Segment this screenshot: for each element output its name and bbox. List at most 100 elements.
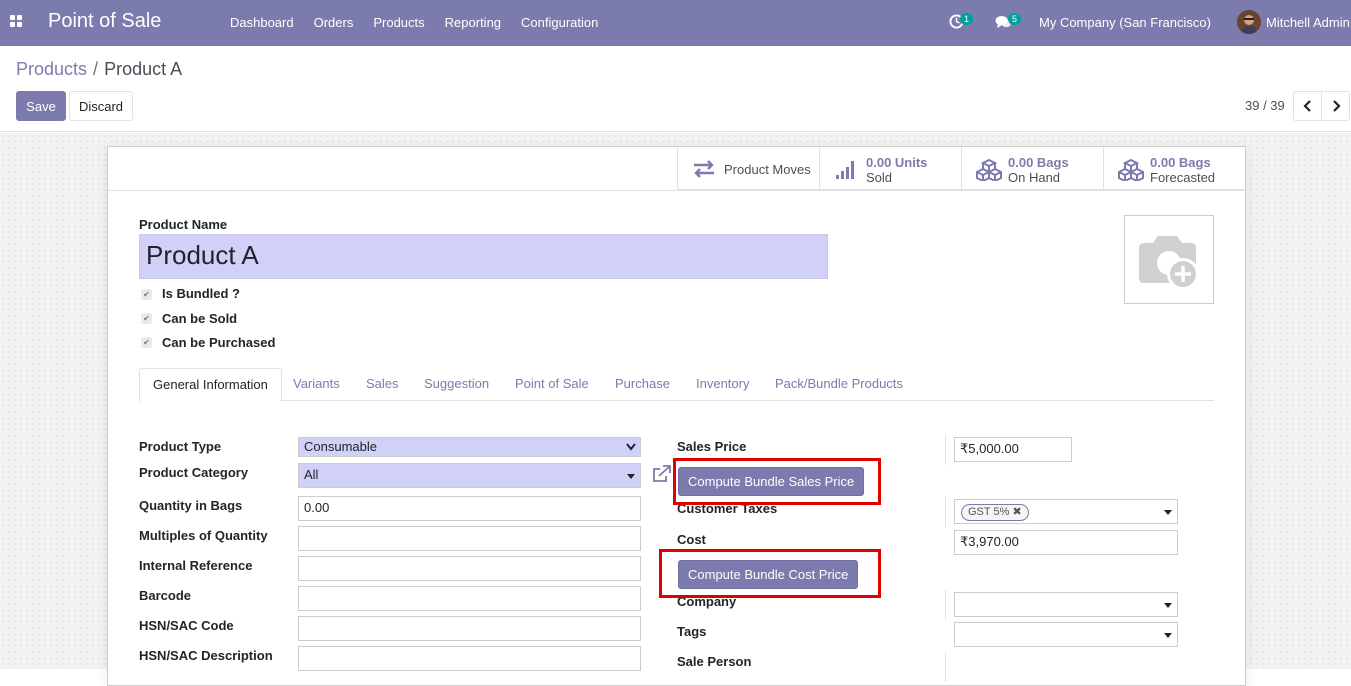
multiples-quantity-label: Multiples of Quantity: [139, 528, 268, 543]
cost-label: Cost: [677, 532, 706, 547]
user-avatar[interactable]: [1237, 10, 1261, 34]
product-type-label: Product Type: [139, 439, 222, 454]
pager-previous-button[interactable]: [1293, 91, 1322, 121]
pager-value: 39 / 39: [1245, 98, 1285, 113]
menu-reporting[interactable]: Reporting: [435, 0, 511, 46]
signal-bars-icon: [836, 161, 854, 179]
tags-field[interactable]: [954, 622, 1178, 647]
chevron-right-icon: [1332, 100, 1341, 112]
customer-taxes-field[interactable]: GST 5% ✖: [954, 499, 1178, 524]
tab-general-information[interactable]: General Information: [139, 368, 282, 402]
multiples-quantity-input[interactable]: [298, 526, 641, 551]
activity-count-badge: 1: [960, 13, 974, 25]
highlight-box: [659, 549, 881, 598]
field-divider: [945, 590, 946, 620]
control-panel: Products / Product A Save Discard 39 / 39: [0, 46, 1351, 132]
tab-sales[interactable]: Sales: [353, 368, 412, 401]
dropdown-caret-icon: [1164, 633, 1172, 638]
chevron-left-icon: [1302, 100, 1311, 112]
discard-button[interactable]: Discard: [69, 91, 133, 121]
apps-grid-icon[interactable]: [10, 15, 24, 29]
cubes-icon: [1118, 159, 1144, 181]
hsn-description-label: HSN/SAC Description: [139, 648, 273, 663]
save-button[interactable]: Save: [16, 91, 66, 121]
tab-variants[interactable]: Variants: [280, 368, 353, 401]
product-type-value: Consumable: [304, 439, 377, 454]
can-be-sold-label: Can be Sold: [162, 311, 238, 326]
hsn-description-input[interactable]: [298, 646, 641, 671]
field-divider: [945, 652, 946, 682]
barcode-label: Barcode: [139, 588, 192, 603]
user-menu[interactable]: Mitchell Admin: [1266, 15, 1350, 30]
product-category-value: All: [304, 467, 319, 482]
on-hand-value: 0.00 Bags: [1008, 155, 1069, 170]
tab-pack-bundle-products[interactable]: Pack/Bundle Products: [762, 368, 916, 401]
on-hand-button[interactable]: 0.00 Bags On Hand: [961, 147, 1103, 190]
company-field[interactable]: [954, 592, 1178, 617]
forecasted-label: Forecasted: [1150, 170, 1216, 185]
forecasted-button[interactable]: 0.00 Bags Forecasted: [1103, 147, 1245, 190]
chevron-down-icon: [626, 443, 636, 451]
smart-button-box: Product Moves 0.00 Units Sold 0.00 Bags …: [677, 147, 1245, 190]
menu-dashboard[interactable]: Dashboard: [220, 0, 304, 46]
remove-tag-icon[interactable]: ✖: [1012, 506, 1021, 518]
product-moves-button[interactable]: Product Moves: [677, 147, 819, 190]
quantity-bags-input[interactable]: 0.00: [298, 496, 641, 521]
highlight-box: [673, 458, 881, 505]
can-be-sold-checkbox[interactable]: ✔: [141, 313, 152, 324]
breadcrumb-products-link[interactable]: Products: [16, 59, 87, 79]
units-sold-label: Sold: [866, 170, 893, 185]
is-bundled-checkbox[interactable]: ✔: [141, 289, 152, 300]
button-box-divider: [108, 190, 1247, 191]
pager-next-button[interactable]: [1321, 91, 1350, 121]
can-be-purchased-checkbox[interactable]: ✔: [141, 337, 152, 348]
top-navbar: Point of Sale Dashboard Orders Products …: [0, 0, 1351, 46]
product-name-input[interactable]: Product A: [139, 234, 828, 279]
tab-inventory[interactable]: Inventory: [683, 368, 762, 401]
transfer-arrows-icon: [694, 160, 714, 178]
barcode-input[interactable]: [298, 586, 641, 611]
cost-input[interactable]: ₹3,970.00: [954, 530, 1178, 555]
external-link-icon[interactable]: [652, 465, 672, 483]
product-type-select[interactable]: Consumable: [298, 437, 641, 457]
field-divider: [945, 497, 946, 527]
breadcrumb-separator: /: [93, 59, 99, 79]
product-category-label: Product Category: [139, 465, 249, 480]
app-name[interactable]: Point of Sale: [48, 10, 161, 33]
tab-purchase[interactable]: Purchase: [602, 368, 683, 401]
product-image-upload[interactable]: [1124, 215, 1214, 304]
tax-tag-label: GST 5%: [968, 506, 1010, 518]
menu-products[interactable]: Products: [363, 0, 434, 46]
main-menu: Dashboard Orders Products Reporting Conf…: [220, 0, 608, 46]
company-switcher[interactable]: My Company (San Francisco): [1039, 15, 1211, 30]
dropdown-caret-icon: [1164, 603, 1172, 608]
product-name-label: Product Name: [139, 217, 228, 232]
sale-person-label: Sale Person: [677, 654, 752, 669]
product-form-sheet: Product Moves 0.00 Units Sold 0.00 Bags …: [107, 146, 1247, 686]
tab-point-of-sale[interactable]: Point of Sale: [502, 368, 602, 401]
hsn-code-input[interactable]: [298, 616, 641, 641]
units-sold-value: 0.00 Units: [866, 155, 928, 170]
field-divider: [945, 435, 946, 465]
product-moves-label: Product Moves: [724, 162, 811, 177]
can-be-purchased-label: Can be Purchased: [162, 335, 276, 350]
menu-configuration[interactable]: Configuration: [511, 0, 608, 46]
notebook-tabs: General Information Variants Sales Sugge…: [139, 368, 1214, 402]
tags-label: Tags: [677, 624, 707, 639]
internal-reference-input[interactable]: [298, 556, 641, 581]
is-bundled-label: Is Bundled ?: [162, 286, 240, 301]
tab-suggestion[interactable]: Suggestion: [411, 368, 502, 401]
units-sold-button[interactable]: 0.00 Units Sold: [819, 147, 961, 190]
sales-price-input[interactable]: ₹5,000.00: [954, 437, 1072, 462]
dropdown-caret-icon: [1164, 510, 1172, 515]
quantity-bags-label: Quantity in Bags: [139, 498, 243, 513]
internal-reference-label: Internal Reference: [139, 558, 253, 573]
forecasted-value: 0.00 Bags: [1150, 155, 1211, 170]
camera-add-icon: [1139, 236, 1199, 290]
menu-orders[interactable]: Orders: [304, 0, 364, 46]
breadcrumb: Products / Product A: [16, 59, 182, 80]
sales-price-label: Sales Price: [677, 439, 747, 454]
breadcrumb-current: Product A: [104, 59, 183, 79]
product-category-field[interactable]: All: [298, 463, 641, 488]
tax-tag: GST 5% ✖: [961, 504, 1029, 521]
